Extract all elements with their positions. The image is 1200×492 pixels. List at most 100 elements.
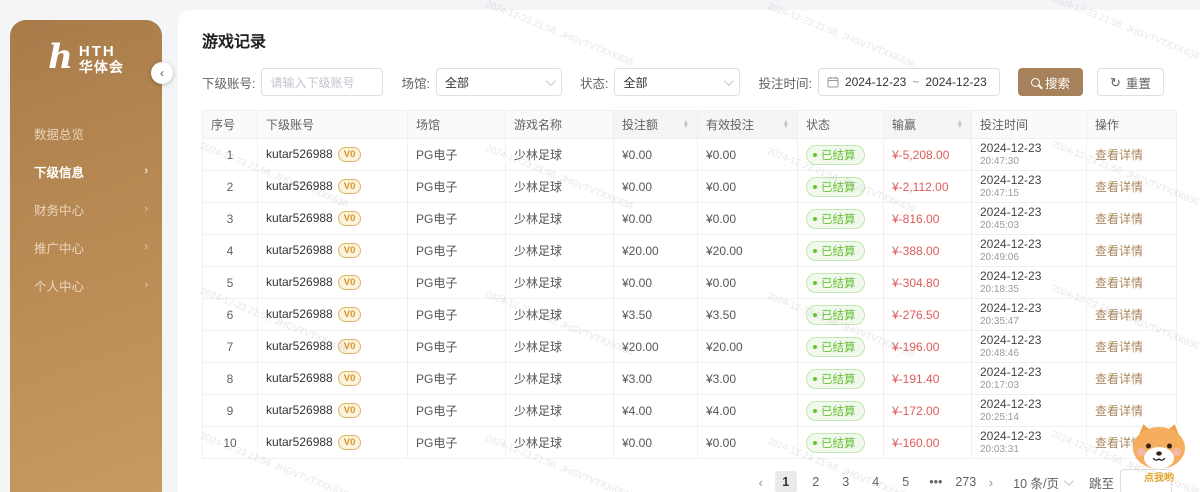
table-row: 3 kutar526988V0 PG电子 少林足球 ¥0.00 ¥0.00 已结… xyxy=(203,203,1177,235)
valid-bet-cell: ¥20.00 xyxy=(698,331,798,363)
venue-cell: PG电子 xyxy=(408,395,506,427)
bet-amount-cell: ¥3.50 xyxy=(614,299,698,331)
game-name-cell: 少林足球 xyxy=(506,267,614,299)
reset-button[interactable]: ↻ 重置 xyxy=(1097,68,1164,96)
game-name-cell: 少林足球 xyxy=(506,331,614,363)
sidebar-item-label: 数据总览 xyxy=(34,124,84,143)
sidebar-item-数据总览[interactable]: 数据总览 › xyxy=(10,114,162,152)
column-header-game: 游戏名称 xyxy=(506,111,614,139)
chevron-down-icon xyxy=(724,76,734,86)
main-content: 游戏记录 下级账号: 请输入下级账号 场馆: 全部 状态: 全部 投注时间: 2… xyxy=(178,10,1200,492)
view-details-link[interactable]: 查看详情 xyxy=(1095,276,1143,290)
sidebar-collapse-button[interactable]: ‹ xyxy=(151,62,173,84)
vip-level-badge: V0 xyxy=(338,147,362,162)
valid-bet-cell: ¥0.00 xyxy=(698,139,798,171)
page-number-5[interactable]: 5 xyxy=(895,471,917,492)
column-header-action: 操作 xyxy=(1087,111,1177,139)
venue-select[interactable]: 全部 xyxy=(436,68,562,96)
bet-date: 2024-12-23 xyxy=(980,269,1078,283)
row-index: 3 xyxy=(203,203,258,235)
vip-level-badge: V0 xyxy=(338,179,362,194)
status-badge: 已结算 xyxy=(806,433,865,453)
account-name: kutar526988 xyxy=(266,339,333,353)
winloss-cell: ¥-304.80 xyxy=(884,267,972,299)
refresh-icon: ↻ xyxy=(1110,76,1121,89)
brand-logo: h HTH 华体会 xyxy=(10,20,162,76)
sidebar-item-财务中心[interactable]: 财务中心 › xyxy=(10,190,162,228)
bet-time: 20:03:31 xyxy=(980,444,1078,456)
bet-time: 20:49:06 xyxy=(980,252,1078,264)
column-header-winloss[interactable]: 输赢▲▼ xyxy=(884,111,972,139)
status-dot-icon xyxy=(813,281,817,285)
table-row: 10 kutar526988V0 PG电子 少林足球 ¥0.00 ¥0.00 已… xyxy=(203,427,1177,459)
page-number-1[interactable]: 1 xyxy=(775,471,797,492)
prev-page-button[interactable]: ‹ xyxy=(754,475,766,490)
status-select-value: 全部 xyxy=(623,74,647,91)
sidebar-item-推广中心[interactable]: 推广中心 › xyxy=(10,228,162,266)
page-number-273[interactable]: 273 xyxy=(955,471,977,492)
page-ellipsis[interactable]: ••• xyxy=(925,471,947,492)
venue-cell: PG电子 xyxy=(408,427,506,459)
game-name-cell: 少林足球 xyxy=(506,363,614,395)
view-details-link[interactable]: 查看详情 xyxy=(1095,148,1143,162)
page-size-select[interactable]: 10 条/页 xyxy=(1013,473,1071,492)
brand-name-cn: 华体会 xyxy=(79,60,124,75)
page-number-3[interactable]: 3 xyxy=(835,471,857,492)
chevron-right-icon: › xyxy=(144,165,148,177)
view-details-link[interactable]: 查看详情 xyxy=(1095,244,1143,258)
vip-level-badge: V0 xyxy=(338,371,362,386)
valid-bet-cell: ¥20.00 xyxy=(698,235,798,267)
next-page-button[interactable]: › xyxy=(985,475,997,490)
venue-select-value: 全部 xyxy=(445,74,469,91)
account-name: kutar526988 xyxy=(266,179,333,193)
column-header-valid[interactable]: 有效投注▲▼ xyxy=(698,111,798,139)
bet-amount-cell: ¥3.00 xyxy=(614,363,698,395)
account-input[interactable]: 请输入下级账号 xyxy=(261,68,383,96)
sidebar-item-个人中心[interactable]: 个人中心 › xyxy=(10,266,162,304)
game-name-cell: 少林足球 xyxy=(506,427,614,459)
vip-level-badge: V0 xyxy=(338,211,362,226)
table-row: 2 kutar526988V0 PG电子 少林足球 ¥0.00 ¥0.00 已结… xyxy=(203,171,1177,203)
status-select[interactable]: 全部 xyxy=(614,68,740,96)
row-index: 10 xyxy=(203,427,258,459)
table-header-row: 序号下级账号场馆游戏名称投注额▲▼有效投注▲▼状态输赢▲▼投注时间操作 xyxy=(203,111,1177,139)
sidebar-item-label: 下级信息 xyxy=(34,162,84,181)
view-details-link[interactable]: 查看详情 xyxy=(1095,308,1143,322)
column-header-time: 投注时间 xyxy=(972,111,1087,139)
page-number-2[interactable]: 2 xyxy=(805,471,827,492)
chevron-down-icon xyxy=(546,76,556,86)
column-header-status: 状态 xyxy=(798,111,884,139)
sidebar-item-下级信息[interactable]: 下级信息 › xyxy=(10,152,162,190)
row-index: 8 xyxy=(203,363,258,395)
view-details-link[interactable]: 查看详情 xyxy=(1095,180,1143,194)
venue-cell: PG电子 xyxy=(408,171,506,203)
view-details-link[interactable]: 查看详情 xyxy=(1095,340,1143,354)
status-badge: 已结算 xyxy=(806,209,865,229)
table-row: 8 kutar526988V0 PG电子 少林足球 ¥3.00 ¥3.00 已结… xyxy=(203,363,1177,395)
winloss-cell: ¥-276.50 xyxy=(884,299,972,331)
game-name-cell: 少林足球 xyxy=(506,235,614,267)
date-end-value: 2024-12-23 xyxy=(925,75,986,89)
venue-cell: PG电子 xyxy=(408,139,506,171)
column-header-bet[interactable]: 投注额▲▼ xyxy=(614,111,698,139)
date-range-picker[interactable]: 2024-12-23 ~ 2024-12-23 xyxy=(818,68,1000,96)
table-row: 4 kutar526988V0 PG电子 少林足球 ¥20.00 ¥20.00 … xyxy=(203,235,1177,267)
reset-button-label: 重置 xyxy=(1126,73,1151,92)
view-details-link[interactable]: 查看详情 xyxy=(1095,372,1143,386)
valid-bet-cell: ¥3.00 xyxy=(698,363,798,395)
page-number-4[interactable]: 4 xyxy=(865,471,887,492)
brand-name-en: HTH xyxy=(79,44,124,60)
status-dot-icon xyxy=(813,345,817,349)
jump-to-label: 跳至 xyxy=(1089,473,1114,492)
game-name-cell: 少林足球 xyxy=(506,203,614,235)
status-badge: 已结算 xyxy=(806,273,865,293)
view-details-link[interactable]: 查看详情 xyxy=(1095,404,1143,418)
view-details-link[interactable]: 查看详情 xyxy=(1095,212,1143,226)
account-name: kutar526988 xyxy=(266,243,333,257)
winloss-cell: ¥-160.00 xyxy=(884,427,972,459)
account-name: kutar526988 xyxy=(266,211,333,225)
mascot-shiba[interactable]: 点我哟 xyxy=(1132,422,1186,484)
game-name-cell: 少林足球 xyxy=(506,395,614,427)
search-button[interactable]: 搜索 xyxy=(1018,68,1083,96)
table-row: 6 kutar526988V0 PG电子 少林足球 ¥3.50 ¥3.50 已结… xyxy=(203,299,1177,331)
